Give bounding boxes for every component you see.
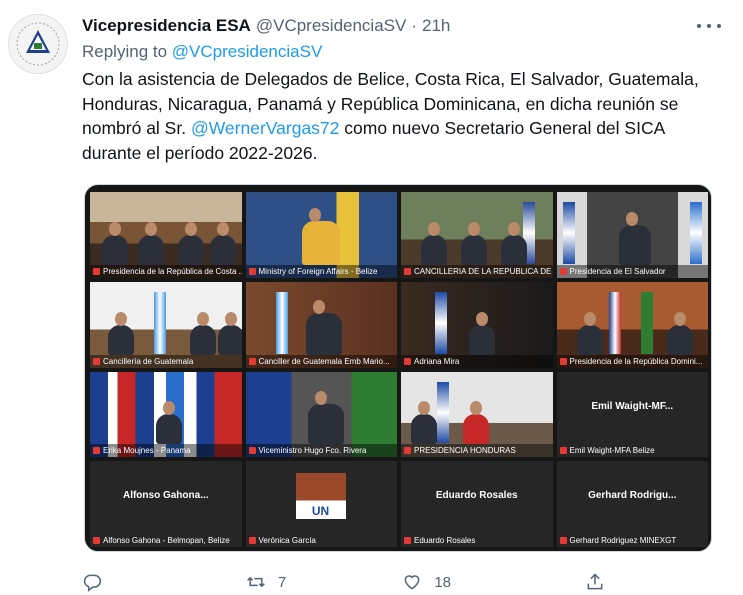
tweet-text: Con la asistencia de Delegados de Belice… [82, 67, 722, 165]
like-button[interactable]: 18 [402, 572, 451, 592]
video-tile: Eduardo Rosales Eduardo Rosales [401, 461, 553, 547]
tweet-media-image[interactable]: Presidencia de la República de Costa ...… [84, 184, 712, 552]
video-tile: Presidencia de la República Domini... [556, 281, 708, 368]
video-tile: Presidencia de la República de Costa ... [90, 192, 242, 278]
un-logo-text: UN [311, 504, 330, 519]
tweet-header: Vicepresidencia ESA @VCpresidenciaSV · 2… [82, 14, 723, 38]
video-tile-active-speaker: Viceministro Hugo Fco. Rivera [245, 371, 397, 458]
replying-to-link[interactable]: @VCpresidenciaSV [172, 42, 323, 61]
more-options-icon[interactable] [697, 16, 721, 36]
author-handle[interactable]: @VCpresidenciaSV [256, 16, 407, 36]
participant-label: Adriana Mira [401, 354, 553, 368]
author-name[interactable]: Vicepresidencia ESA [82, 16, 251, 36]
share-icon [587, 573, 603, 590]
retweet-icon [247, 576, 265, 588]
participant-label: Verónica García [246, 534, 398, 547]
participant-label: PRESIDENCIA HONDURAS [401, 444, 553, 458]
participant-display-name: Gerhard Rodrigu... [588, 490, 677, 502]
video-tile: Erika Moujnes - Panama [90, 371, 242, 458]
reply-icon [83, 574, 102, 592]
video-tile: Cancillería de Guatemala [90, 281, 242, 368]
participant-label: CANCILLERIA DE LA REPUBLICA DE ... [401, 264, 553, 278]
retweet-button[interactable]: 7 [246, 572, 286, 592]
replying-prefix: Replying to [82, 42, 168, 61]
participant-display-name: Eduardo Rosales [435, 490, 518, 502]
participant-label: Presidencia de la República de Costa ... [90, 264, 242, 278]
video-tile: Gerhard Rodrigu... Gerhard Rodriguez MIN… [556, 461, 709, 547]
participant-label: Presidencia de El Salvador [556, 264, 708, 278]
heart-icon [404, 575, 420, 590]
avatar[interactable] [8, 14, 68, 74]
video-call-grid: Presidencia de la República de Costa ...… [90, 192, 708, 547]
video-tile: Canciller de Guatemala Emb Mario... [245, 281, 397, 368]
participant-label: Eduardo Rosales [401, 534, 553, 547]
participant-label: Alfonso Gahona - Belmopan, Belize [90, 534, 242, 547]
video-tile: Ministry of Foreign Affairs - Belize [245, 192, 397, 278]
timestamp[interactable]: 21h [422, 16, 450, 36]
participant-label: Erika Moujnes - Panama [90, 444, 242, 458]
participant-label: Emil Waight-MFA Belize [557, 444, 709, 457]
replying-to: Replying to @VCpresidenciaSV [82, 42, 322, 62]
video-tile: Alfonso Gahona... Alfonso Gahona - Belmo… [90, 461, 242, 547]
video-tile: Adriana Mira [401, 281, 553, 368]
video-tile: CANCILLERIA DE LA REPUBLICA DE ... [401, 192, 553, 278]
video-tile: Emil Waight-MF... Emil Waight-MFA Belize [556, 371, 709, 458]
participant-label: Presidencia de la República Domini... [556, 354, 708, 368]
reply-button[interactable] [82, 572, 114, 592]
video-tile: UN Verónica García [245, 461, 398, 547]
separator: · [411, 16, 418, 35]
participant-label: Cancillería de Guatemala [90, 354, 242, 368]
participant-display-name: Alfonso Gahona... [122, 490, 209, 502]
like-count: 18 [434, 573, 452, 591]
participant-label: Gerhard Rodriguez MINEXGT [557, 534, 709, 547]
un-logo: UN [295, 473, 346, 520]
participant-label: Viceministro Hugo Fco. Rivera [245, 444, 397, 458]
coat-of-arms-icon [16, 22, 60, 66]
mention-link[interactable]: @WernerVargas72 [191, 118, 339, 138]
video-tile: Presidencia de El Salvador [556, 192, 708, 278]
participant-label: Canciller de Guatemala Emb Mario... [245, 354, 397, 368]
retweet-count: 7 [278, 573, 287, 591]
participant-label: Ministry of Foreign Affairs - Belize [245, 264, 397, 278]
share-button[interactable] [585, 572, 605, 592]
tweet-actions: 7 18 [82, 570, 723, 594]
participant-display-name: Emil Waight-MF... [591, 400, 674, 412]
video-tile: PRESIDENCIA HONDURAS [401, 371, 553, 458]
